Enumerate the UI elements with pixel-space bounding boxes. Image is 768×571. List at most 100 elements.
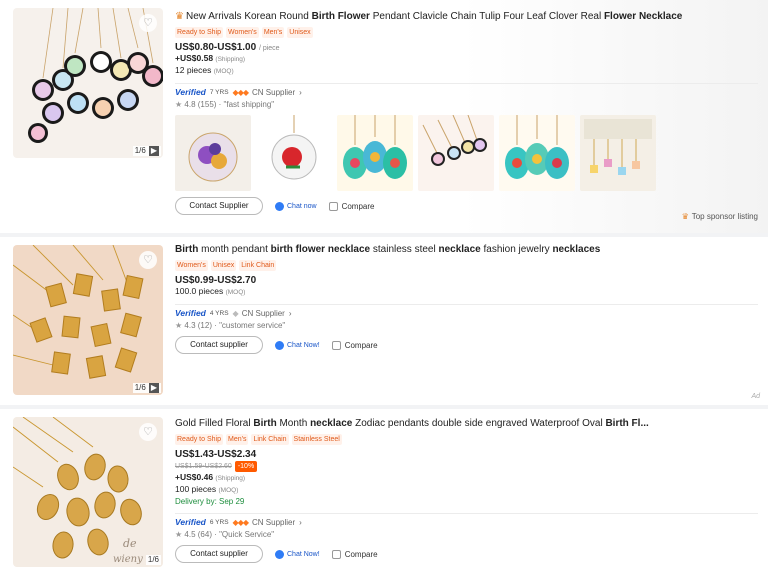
medal-icons: ◆◆◆ (232, 517, 250, 527)
verified-badge: Verified (175, 517, 206, 527)
checkbox-icon[interactable] (331, 340, 341, 350)
chat-icon (275, 549, 284, 559)
chat-icon (275, 340, 284, 350)
play-icon[interactable]: ▶ (148, 146, 159, 156)
title-text: Month (276, 418, 311, 429)
shipping-cost: +US$0.46 (Shipping) (175, 472, 246, 482)
title-keyword: Birth (253, 418, 277, 429)
compare-checkbox[interactable]: Compare (328, 201, 374, 211)
thumbnail[interactable] (256, 115, 332, 191)
tag-list: Ready to Ship Women's Men's Unisex (175, 27, 758, 38)
listing-card-3[interactable]: de wieny ♡ 1/6 Gold Filled Floral Birth … (0, 409, 768, 571)
product-title[interactable]: Birth month pendant birth flower necklac… (175, 243, 758, 257)
tag: Men's (225, 434, 249, 445)
crown-icon: ♛ (175, 11, 184, 22)
checkbox-icon[interactable] (331, 549, 341, 559)
favorite-heart-icon[interactable]: ♡ (139, 14, 157, 32)
image-pager[interactable]: 1/6 ▶ (132, 383, 161, 393)
tag: Link Chain (239, 260, 277, 271)
chevron-right-icon: › (288, 308, 292, 318)
title-keyword: Birth (175, 244, 199, 255)
tag-list: Women's Unisex Link Chain (175, 260, 758, 271)
image-pager[interactable]: 1/6 (145, 555, 161, 565)
thumbnail[interactable] (580, 115, 656, 191)
sponsor-label: ♛ Top sponsor listing (681, 212, 758, 221)
moq: 100 pieces (MOQ) (175, 484, 239, 494)
price: US$0.80-US$1.00 / piece (175, 42, 280, 53)
moq: 12 pieces (MOQ) (175, 65, 234, 75)
title-text: Pendant Clavicle Chain Tulip Four Leaf C… (369, 11, 604, 22)
contact-supplier-button[interactable]: Contact Supplier (175, 197, 263, 215)
title-keyword: Birth Flower (311, 11, 370, 22)
listing-card-2[interactable]: ♡ 1/6 ▶ Birth month pendant birth flower … (0, 237, 768, 405)
product-title[interactable]: ♛ New Arrivals Korean Round Birth Flower … (175, 10, 758, 24)
supplier-info[interactable]: Verified 6 YRS ◆◆◆ CN Supplier › (175, 517, 758, 527)
title-keyword: necklace (310, 418, 353, 429)
thumbnail-strip (175, 115, 758, 191)
title-text: stainless steel (370, 244, 439, 255)
discount-badge: -10% (234, 461, 258, 472)
chat-now-button[interactable]: Chat Now! (275, 549, 320, 559)
title-text: Gold Filled Floral (175, 418, 254, 429)
product-image[interactable]: ♡ 1/6 ▶ (13, 8, 163, 158)
shipping-cost: +US$0.58 (Shipping) (175, 53, 246, 63)
title-keyword: Birth Fl... (605, 418, 649, 429)
star-icon: ★ (175, 321, 183, 330)
price: US$1.43-US$2.34 (175, 449, 257, 460)
price-unit: / piece (258, 45, 280, 52)
title-keyword: necklaces (552, 244, 601, 255)
years-badge: 4 YRS (209, 309, 229, 317)
thumbnail[interactable] (337, 115, 413, 191)
chevron-right-icon: › (299, 517, 302, 527)
checkbox-icon[interactable] (328, 201, 338, 211)
title-text: month pendant (198, 244, 271, 255)
listing-card-1[interactable]: ♡ 1/6 ▶ ♛ New Arrivals Korean Round Birth … (0, 0, 768, 233)
supplier-country[interactable]: CN Supplier (252, 88, 295, 97)
medal-icon: ◆ (232, 308, 239, 318)
favorite-heart-icon[interactable]: ♡ (139, 423, 157, 441)
title-keyword: Flower Necklace (603, 11, 683, 22)
supplier-info[interactable]: Verified 7 YRS ◆◆◆ CN Supplier › (175, 87, 758, 97)
tag-list: Ready to Ship Men's Link Chain Stainless… (175, 434, 758, 445)
supplier-info[interactable]: Verified 4 YRS ◆ CN Supplier › (175, 308, 758, 318)
supplier-country[interactable]: CN Supplier (252, 518, 295, 527)
chat-now-button[interactable]: Chat now (275, 201, 317, 211)
supplier-country[interactable]: CN Supplier (242, 309, 285, 318)
title-text: Zodiac pendants double side engraved Wat… (352, 418, 606, 429)
product-image[interactable]: de wieny ♡ 1/6 (13, 417, 163, 567)
contact-supplier-button[interactable]: Contact supplier (175, 545, 263, 563)
product-image[interactable]: ♡ 1/6 ▶ (13, 245, 163, 395)
favorite-heart-icon[interactable]: ♡ (139, 251, 157, 269)
tag: Women's (175, 260, 208, 271)
action-bar: Contact Supplier Chat now Compare (175, 197, 758, 215)
chat-now-button[interactable]: Chat Now! (275, 340, 320, 350)
tag: Men's (261, 27, 285, 38)
compare-checkbox[interactable]: Compare (331, 549, 378, 559)
crown-icon: ♛ (681, 212, 689, 221)
star-icon: ★ (175, 100, 183, 109)
title-text: New Arrivals Korean Round (185, 11, 312, 22)
tag: Women's (225, 27, 259, 38)
chevron-right-icon: › (299, 87, 302, 97)
svg-text:de: de (123, 537, 137, 550)
verified-badge: Verified (175, 87, 206, 97)
delivery-date: Delivery by: Sep 29 (175, 497, 245, 506)
years-badge: 6 YRS (209, 518, 229, 526)
thumbnail[interactable] (175, 115, 251, 191)
tag: Link Chain (251, 434, 289, 445)
title-keyword: birth flower necklace (270, 244, 371, 255)
rating: ★ 4.5 (64) · "Quick Service" (175, 530, 275, 539)
svg-text:wieny: wieny (113, 554, 143, 565)
product-title[interactable]: Gold Filled Floral Birth Month necklace … (175, 417, 758, 431)
thumbnail[interactable] (499, 115, 575, 191)
image-pager[interactable]: 1/6 ▶ (132, 146, 161, 156)
divider (175, 83, 758, 84)
chat-icon (275, 201, 284, 211)
play-icon[interactable]: ▶ (148, 383, 159, 393)
rating: ★ 4.8 (155) · "fast shipping" (175, 100, 275, 109)
thumbnail[interactable] (418, 115, 494, 191)
compare-checkbox[interactable]: Compare (331, 340, 378, 350)
rating: ★ 4.3 (12) · "customer service" (175, 321, 286, 330)
contact-supplier-button[interactable]: Contact supplier (175, 336, 263, 354)
title-text: fashion jewelry (480, 244, 553, 255)
